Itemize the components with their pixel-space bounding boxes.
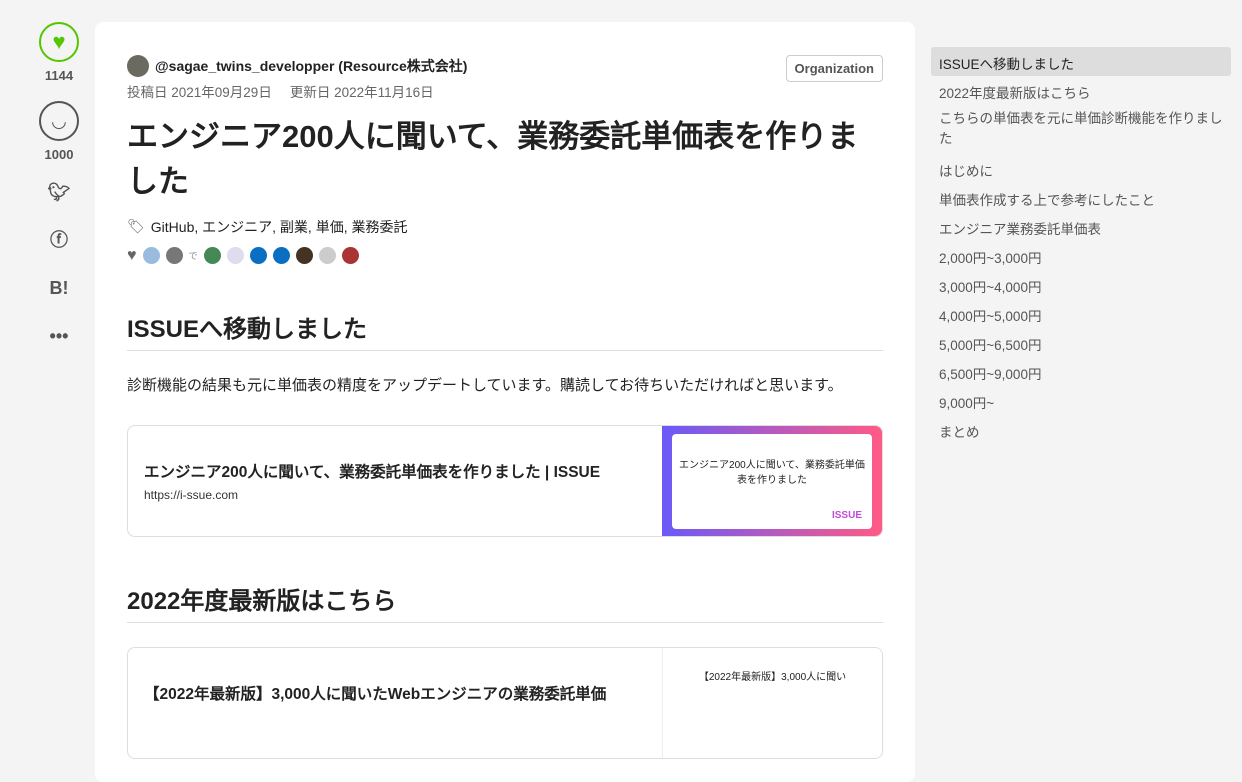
avatar[interactable]: [142, 247, 160, 265]
action-sidebar: ♥ 1144 ◡ 1000 🐦︎ ⓕ B! •••: [36, 22, 82, 372]
twitter-icon[interactable]: 🐦︎: [36, 180, 82, 228]
section-heading: ISSUEへ移動しました: [127, 309, 883, 351]
article: @sagae_twins_developper (Resource株式会社) O…: [95, 22, 915, 782]
thumbnail-title: 【2022年最新版】3,000人に聞い: [698, 671, 847, 683]
more-icon[interactable]: •••: [36, 324, 82, 372]
toc-item[interactable]: はじめに: [931, 154, 1231, 183]
heart-icon: ♥: [52, 29, 66, 54]
facebook-icon[interactable]: ⓕ: [36, 228, 82, 276]
link-card[interactable]: エンジニア200人に聞いて、業務委託単価表を作りました | ISSUE https…: [127, 424, 883, 537]
posted-date: 投稿日 2021年09月29日: [127, 85, 272, 100]
toc-item[interactable]: こちらの単価表を元に単価診断機能を作りました: [931, 105, 1231, 154]
updated-date: 更新日 2022年11月16日: [289, 85, 434, 100]
link-card-title: 【2022年最新版】3,000人に聞いたWebエンジニアの業務委託単価: [144, 685, 607, 703]
toc-item[interactable]: 3,000円~4,000円: [931, 270, 1231, 299]
avatar[interactable]: [165, 247, 183, 265]
link-card-title: エンジニア200人に聞いて、業務委託単価表を作りました | ISSUE: [144, 463, 601, 481]
toc-item[interactable]: 2022年度最新版はこちら: [931, 76, 1231, 105]
avatar[interactable]: [318, 247, 336, 265]
toc-item[interactable]: まとめ: [931, 415, 1231, 444]
heart-icon: ♥: [127, 246, 137, 264]
tags[interactable]: GitHub, エンジニア, 副業, 単価, 業務委託: [151, 217, 408, 237]
avatar: [127, 55, 149, 77]
toc-item[interactable]: 2,000円~3,000円: [931, 241, 1231, 270]
paragraph: 診断機能の結果も元に単価表の精度をアップデートしています。購読してお待ちいただけ…: [127, 376, 843, 394]
organization-badge[interactable]: Organization: [785, 55, 883, 82]
avatar[interactable]: [226, 247, 244, 265]
like-button[interactable]: ♥: [39, 22, 79, 62]
avatar[interactable]: [295, 247, 313, 265]
likers: ♥ で: [127, 247, 883, 265]
hatena-bookmark-icon[interactable]: B!: [36, 276, 82, 324]
toc-item[interactable]: 5,000円~6,500円: [931, 328, 1231, 357]
stock-count: 1000: [44, 147, 74, 162]
like-count: 1144: [44, 68, 74, 83]
toc-item[interactable]: 4,000円~5,000円: [931, 299, 1231, 328]
link-card[interactable]: 【2022年最新版】3,000人に聞いたWebエンジニアの業務委託単価 【202…: [127, 646, 883, 759]
link-card-thumbnail: エンジニア200人に聞いて、業務委託単価表を作りました ISSUE: [662, 425, 882, 536]
avatar[interactable]: [341, 247, 359, 265]
dates: 投稿日 2021年09月29日 更新日 2022年11月16日: [127, 81, 883, 101]
issue-logo: ISSUE: [831, 509, 862, 521]
toc-item[interactable]: エンジニア業務委託単価表: [931, 212, 1231, 241]
thumbnail-title: エンジニア200人に聞いて、業務委託単価表を作りました: [679, 459, 865, 486]
toc-item[interactable]: ISSUEへ移動しました: [931, 47, 1231, 76]
author[interactable]: @sagae_twins_developper (Resource株式会社): [127, 55, 883, 77]
avatar[interactable]: [249, 247, 267, 265]
likers-separator: で: [188, 251, 198, 262]
section-heading: 2022年度最新版はこちら: [127, 581, 883, 623]
toc-item[interactable]: 単価表作成する上で参考にしたこと: [931, 183, 1231, 212]
link-card-thumbnail: 【2022年最新版】3,000人に聞い: [662, 647, 882, 758]
table-of-contents: ISSUEへ移動しました 2022年度最新版はこちら こちらの単価表を元に単価診…: [931, 47, 1231, 444]
tag-list: 🏷︎ GitHub, エンジニア, 副業, 単価, 業務委託: [127, 217, 883, 237]
avatar[interactable]: [272, 247, 290, 265]
stock-icon: ◡: [51, 110, 67, 131]
page-title: エンジニア200人に聞いて、業務委託単価表を作りました: [127, 119, 859, 199]
avatar[interactable]: [203, 247, 221, 265]
link-card-url: https://i-ssue.com: [144, 487, 239, 502]
tag-icon: 🏷︎: [127, 218, 145, 235]
author-name[interactable]: @sagae_twins_developper (Resource株式会社): [155, 56, 467, 76]
toc-item[interactable]: 6,500円~9,000円: [931, 357, 1231, 386]
stock-button[interactable]: ◡: [39, 101, 79, 141]
toc-item[interactable]: 9,000円~: [931, 386, 1231, 415]
